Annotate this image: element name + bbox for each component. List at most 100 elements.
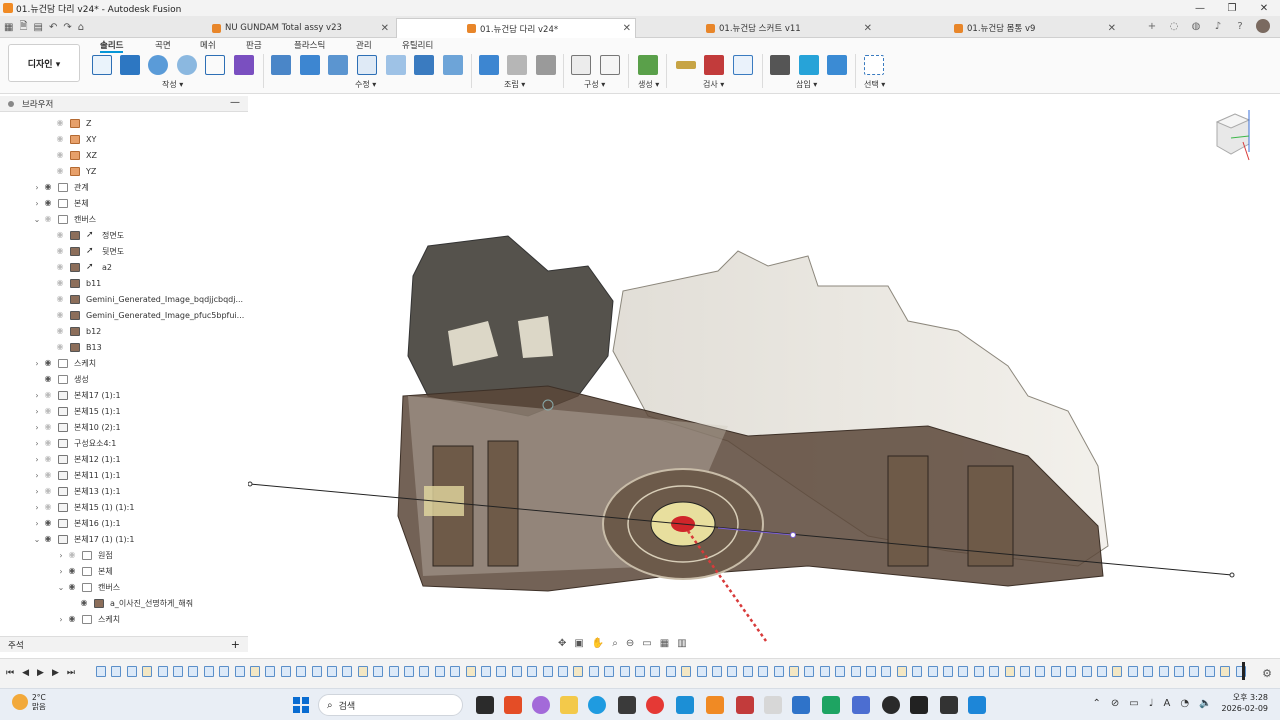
tab-utilities[interactable]: 유틸리티 [402,39,433,51]
timeline-feature-icon[interactable] [696,666,707,677]
timeline-feature-icon[interactable] [311,666,322,677]
timeline-feature-icon[interactable] [1020,666,1030,677]
tab-manage[interactable]: 관리 [356,39,372,51]
timeline-feature-icon[interactable] [1158,666,1169,677]
press-pull-icon[interactable] [271,55,291,75]
battery-icon[interactable]: ▭ [1129,698,1138,709]
visibility-eye-icon[interactable]: ◉ [54,295,66,303]
expand-chevron-icon[interactable]: › [32,183,42,192]
expand-chevron-icon[interactable]: › [32,423,42,432]
expand-chevron-icon[interactable]: › [32,519,42,528]
tree-row[interactable]: ◉ b11 [44,276,101,290]
notifications-icon[interactable]: ♪ [1212,20,1224,32]
tree-row[interactable]: › ◉ 스케치 [56,612,120,626]
timeline-feature-icon[interactable] [357,666,368,677]
tree-row[interactable]: › ◉ 본체17 (1):1 [32,388,121,402]
timeline-feature-icon[interactable] [126,666,137,677]
tree-row[interactable]: › ◉ 원점 [56,548,113,562]
step-back-button[interactable]: ◀ [22,668,29,678]
tree-row[interactable]: ◉ 생성 [32,372,89,386]
visibility-eye-icon[interactable]: ◉ [66,567,78,575]
tree-row[interactable]: › ◉ 본체12 (1):1 [32,452,121,466]
timeline-feature-icon[interactable] [173,666,183,677]
group-select-label[interactable]: 선택 ▾ [864,79,885,90]
new-tab-button[interactable]: + [1146,20,1158,32]
chamfer-icon[interactable] [328,55,348,75]
calculator-icon[interactable] [852,696,870,714]
tree-row[interactable]: ◉ Gemini_Generated_Image_bqdjjcbqdj... [44,292,243,306]
timeline-feature-icon[interactable] [296,666,307,677]
new-component-icon[interactable] [479,55,499,75]
online-status-icon[interactable]: ◍ [1190,20,1202,32]
timeline-feature-icon[interactable] [327,666,337,677]
timeline-feature-icon[interactable] [665,666,676,677]
timeline-feature-icon[interactable] [912,666,923,677]
tree-row[interactable]: ◉ ➚ 뒷면도 [44,244,124,258]
app-icon[interactable] [968,696,986,714]
app-icon[interactable] [504,696,522,714]
taskbar-search[interactable]: ⌕ 검색 [318,694,463,716]
expand-chevron-icon[interactable]: › [32,199,42,208]
volume-icon[interactable]: 🔈 [1199,698,1211,709]
create-sketch-icon[interactable] [92,55,112,75]
sketch-point[interactable] [790,532,796,538]
tree-row[interactable]: ◉ Z [44,116,91,130]
timeline-feature-icon[interactable] [650,666,661,677]
timeline-feature-icon[interactable] [881,666,892,677]
expand-chevron-icon[interactable]: › [32,391,42,400]
form-icon[interactable] [234,55,254,75]
visibility-eye-icon[interactable]: ◉ [54,151,66,159]
visibility-eye-icon[interactable]: ◉ [42,487,54,495]
copilot-icon[interactable] [532,696,550,714]
tree-row[interactable]: ⌄ ◉ 캔버스 [32,212,96,226]
visibility-eye-icon[interactable]: ◉ [66,551,78,559]
insert-canvas-icon[interactable] [827,55,847,75]
notepad-icon[interactable] [764,696,782,714]
tab-total-assy[interactable]: NU GUNDAM Total assy v23 ✕ [208,18,393,38]
visibility-eye-icon[interactable]: ◉ [78,599,90,607]
tab-sheet-metal[interactable]: 판금 [246,39,262,51]
3d-viewport[interactable]: ✥ ▣ ✋ ⌕ ⊖ ▭ ▦ ▥ [248,96,1280,656]
look-at-icon[interactable]: ▣ [574,638,583,649]
show-hidden-icons[interactable]: ⌃ [1093,698,1101,709]
tree-row[interactable]: › ◉ 본체15 (1) (1):1 [32,500,134,514]
visibility-eye-icon[interactable]: ◉ [54,311,66,319]
orbit-icon[interactable]: ✥ [558,638,566,649]
combine-icon[interactable] [386,55,406,75]
timeline-feature-icon[interactable] [573,666,584,677]
timeline-feature-icon[interactable] [465,666,476,677]
model-canvas[interactable] [248,96,1280,656]
save-icon[interactable]: ▤ [34,22,43,33]
file-explorer-icon[interactable] [560,696,578,714]
timeline-feature-icon[interactable] [727,666,738,677]
timeline-feature-icon[interactable] [835,666,846,677]
pan-icon[interactable]: ✋ [592,638,604,649]
visibility-eye-icon[interactable]: ◉ [54,135,66,143]
windows-start-icon[interactable] [293,697,309,713]
timeline-feature-icon[interactable] [619,666,630,677]
measure-icon[interactable] [676,61,696,69]
visibility-eye-icon[interactable]: ◉ [42,183,54,191]
close-tab-icon[interactable]: ✕ [864,23,872,34]
tree-row[interactable]: › ◉ 본체 [32,196,89,210]
home-icon[interactable]: ⌂ [78,22,84,33]
timeline-settings-icon[interactable]: ⚙ [1262,667,1272,680]
tree-row[interactable]: ◉ b12 [44,324,101,338]
visibility-eye-icon[interactable]: ◉ [66,615,78,623]
app-icon[interactable] [940,696,958,714]
visibility-eye-icon[interactable]: ◉ [42,199,54,207]
file-menu-icon[interactable]: 🗎 [19,19,27,36]
chrome-icon[interactable] [646,696,664,714]
group-insert-label[interactable]: 삽입 ▾ [796,79,817,90]
tree-row[interactable]: ◉ YZ [44,164,96,178]
fit-icon[interactable]: ⊖ [626,638,634,649]
tree-row[interactable]: › ◉ 본체10 (2):1 [32,420,121,434]
visibility-eye-icon[interactable]: ◉ [42,535,54,543]
browser-pin-icon[interactable] [8,101,14,107]
axis-endpoint[interactable] [248,481,253,487]
timeline-feature-icon[interactable] [1174,666,1184,677]
timeline-feature-icon[interactable] [1127,666,1138,677]
tree-row[interactable]: › ◉ 본체15 (1):1 [32,404,121,418]
grid-menu-icon[interactable]: ▦ [4,22,13,33]
expand-chevron-icon[interactable]: › [32,455,42,464]
